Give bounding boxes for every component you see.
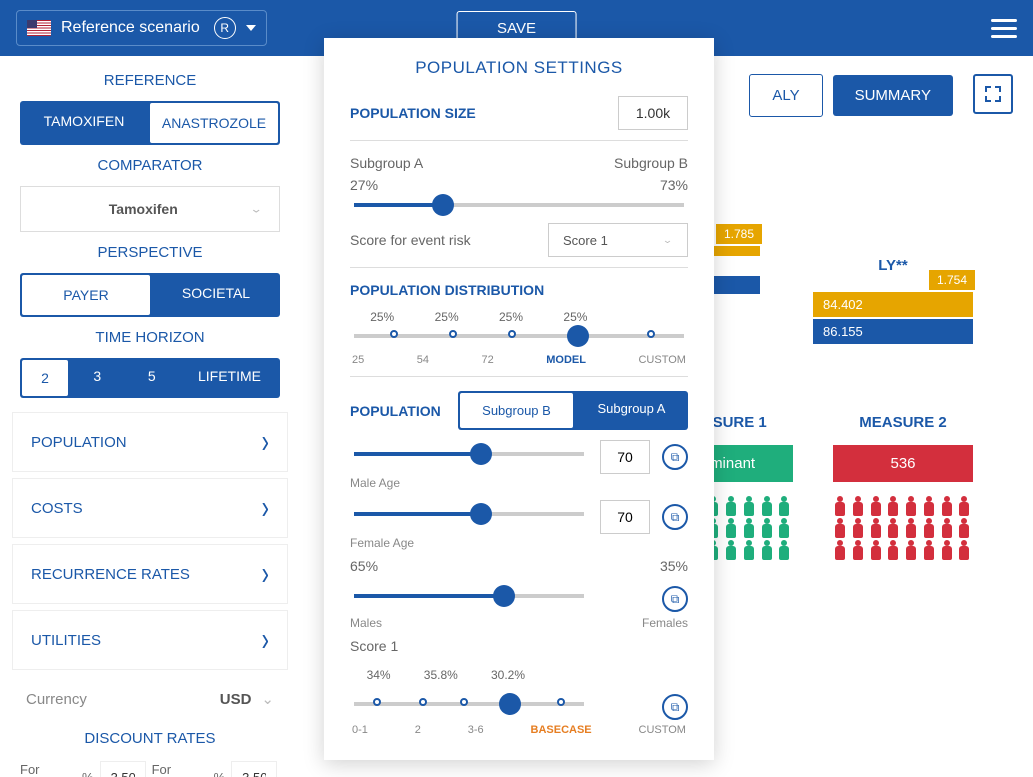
score-select[interactable]: Score 1 ⌄ (548, 223, 688, 257)
horizon-3[interactable]: 3 (70, 358, 125, 398)
menu-icon[interactable] (991, 19, 1017, 38)
measure2-people-icon (833, 496, 973, 560)
comparator-header: COMPARATOR (12, 149, 288, 182)
horizon-5[interactable]: 5 (125, 358, 180, 398)
modal-title: POPULATION SETTINGS (350, 54, 688, 96)
nav-recurrence[interactable]: RECURRENCE RATES› (12, 544, 288, 604)
copy-icon[interactable]: ⧉ (662, 444, 688, 470)
time-horizon-header: TIME HORIZON (12, 321, 288, 354)
nav-utilities[interactable]: UTILITIES› (12, 610, 288, 670)
copy-icon[interactable]: ⧉ (662, 694, 688, 720)
pop-size-label: POPULATION SIZE (350, 105, 476, 121)
chevron-right-icon: › (262, 555, 269, 594)
tab-summary[interactable]: SUMMARY (833, 75, 953, 116)
nav-population[interactable]: POPULATION› (12, 412, 288, 472)
reference-header: REFERENCE (12, 64, 288, 97)
expand-icon[interactable] (973, 74, 1013, 114)
copy-icon[interactable]: ⧉ (662, 586, 688, 612)
chevron-down-icon: ⌄ (261, 691, 274, 708)
perspective-societal[interactable]: SOCIETAL (152, 273, 280, 317)
reference-tamoxifen[interactable]: TAMOXIFEN (20, 101, 148, 145)
currency-select[interactable]: Currency USD ⌄ (12, 676, 288, 722)
nav-costs[interactable]: COSTS› (12, 478, 288, 538)
sidebar: REFERENCE TAMOXIFEN ANASTROZOLE COMPARAT… (0, 56, 300, 777)
male-age-input[interactable] (600, 440, 650, 474)
comparator-value: Tamoxifen (37, 201, 250, 217)
chevron-down-icon (246, 25, 256, 31)
reference-anastrozole[interactable]: ANASTROZOLE (150, 103, 278, 143)
subgroup-b-tab[interactable]: Subgroup B (460, 393, 573, 428)
measure2-header: MEASURE 2 (833, 414, 973, 431)
chevron-down-icon: ⌄ (662, 234, 673, 245)
measure2-value: 536 (833, 445, 973, 482)
chevron-right-icon: › (262, 489, 269, 528)
discount-util-label: For Utilities (152, 762, 208, 777)
female-age-input[interactable] (600, 500, 650, 534)
chevron-right-icon: › (262, 423, 269, 462)
gender-slider[interactable] (354, 594, 584, 598)
ly-bar-top: 1.75484.402 (813, 292, 973, 317)
discount-header: DISCOUNT RATES (12, 722, 288, 755)
copy-icon[interactable]: ⧉ (662, 504, 688, 530)
distribution-slider[interactable] (354, 334, 684, 338)
scenario-selector[interactable]: Reference scenario R (16, 10, 267, 46)
population-settings-modal: POPULATION SETTINGS POPULATION SIZE Subg… (324, 38, 714, 760)
chevron-down-icon: ⌄ (250, 202, 263, 216)
tab-aly[interactable]: ALY (749, 74, 822, 117)
population-subgroup-toggle: Subgroup B Subgroup A (458, 391, 688, 430)
horizon-2[interactable]: 2 (22, 360, 68, 396)
horizon-toggle: 2 3 5 LIFETIME (20, 358, 280, 398)
discount-util-input[interactable] (231, 761, 277, 777)
perspective-payer[interactable]: PAYER (22, 275, 150, 315)
perspective-header: PERSPECTIVE (12, 236, 288, 269)
ly-bar-bot: 86.155 (813, 319, 973, 344)
score-slider[interactable] (354, 702, 584, 706)
scenario-badge: R (214, 17, 236, 39)
currency-value: USD (220, 691, 252, 708)
female-age-slider[interactable] (354, 512, 584, 516)
discount-costs-label: For Costs (20, 762, 76, 777)
population-label: POPULATION (350, 403, 441, 419)
pop-size-input[interactable] (618, 96, 688, 130)
comparator-select[interactable]: Tamoxifen ⌄ (20, 186, 280, 232)
male-age-slider[interactable] (354, 452, 584, 456)
pop-dist-label: POPULATION DISTRIBUTION (350, 282, 688, 298)
perspective-toggle: PAYER SOCIETAL (20, 273, 280, 317)
subgroup-a-tab[interactable]: Subgroup A (575, 391, 688, 430)
horizon-lifetime[interactable]: LIFETIME (179, 358, 280, 398)
discount-costs-input[interactable] (100, 761, 146, 777)
subgroup-slider[interactable] (354, 203, 684, 207)
chevron-right-icon: › (262, 621, 269, 660)
score-label: Score for event risk (350, 232, 471, 248)
currency-label: Currency (26, 691, 87, 708)
scenario-name: Reference scenario (61, 19, 200, 37)
flag-us-icon (27, 20, 51, 36)
reference-toggle: TAMOXIFEN ANASTROZOLE (20, 101, 280, 145)
